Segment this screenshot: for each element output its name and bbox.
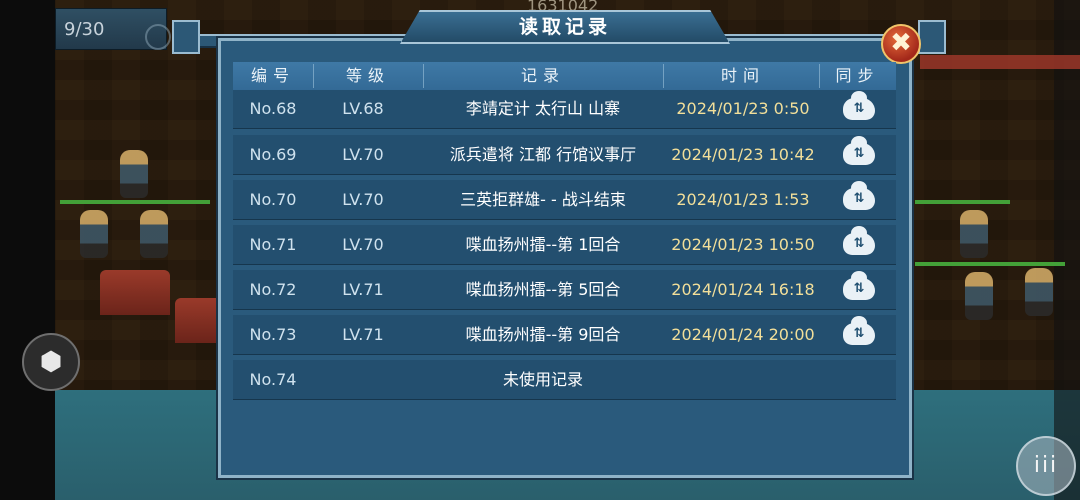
row-sync: ⇅: [823, 90, 896, 129]
grass-strip: [915, 262, 1065, 266]
cloud-upload-icon[interactable]: ⇅: [843, 316, 875, 345]
swirl-icon: [145, 24, 171, 50]
soldier-sprite: [140, 210, 168, 258]
row-no: No.69: [249, 145, 297, 164]
table-row[interactable]: No.68 LV.68 李靖定计 太行山 山寨 2024/01/23 0:50 …: [233, 90, 896, 129]
row-sync: ⇅: [823, 315, 896, 354]
row-no: No.68: [249, 99, 297, 118]
cube-icon[interactable]: ⬢: [22, 333, 80, 391]
building-roof: [100, 270, 170, 315]
header-sync: 同步: [835, 66, 880, 85]
row-no: No.73: [249, 325, 297, 344]
row-record: 三英拒群雄- - 战斗结束: [460, 190, 626, 209]
row-record: 喋血扬州擂--第 1回合: [465, 235, 621, 254]
row-no: No.71: [249, 235, 297, 254]
soldier-sprite: [80, 210, 108, 258]
dialog-wing-right: [918, 20, 946, 54]
table-row[interactable]: No.70 LV.70 三英拒群雄- - 战斗结束 2024/01/23 1:5…: [233, 180, 896, 220]
left-edge: [0, 0, 55, 500]
row-sync: ⇅: [823, 180, 896, 219]
row-time: 2024/01/23 0:50: [676, 99, 810, 118]
row-sync: ⇅: [823, 270, 896, 309]
row-time: 2024/01/23 10:42: [671, 145, 815, 164]
row-level: LV.70: [342, 145, 384, 164]
row-no: No.70: [249, 190, 297, 209]
cloud-upload-icon[interactable]: ⇅: [843, 91, 875, 120]
dialog-title: 读取记录: [518, 16, 611, 38]
row-level: LV.70: [342, 190, 384, 209]
menu-icon[interactable]: iii: [1016, 436, 1076, 496]
row-record: 派兵遣将 江都 行馆议事厅: [449, 145, 637, 164]
row-level: LV.70: [342, 235, 384, 254]
header-no: 编号: [250, 66, 295, 85]
red-wall-strip: [920, 55, 1080, 69]
record-table: 编号 等级 记录 时间 同步 No.68 LV.68 李靖定计 太行山 山寨 2…: [233, 62, 896, 400]
table-row-empty[interactable]: No.74 未使用记录: [233, 360, 896, 400]
table-row[interactable]: No.72 LV.71 喋血扬州擂--第 5回合 2024/01/24 16:1…: [233, 270, 896, 310]
dialog-wing-left: [172, 20, 200, 54]
row-record: 李靖定计 太行山 山寨: [465, 99, 621, 118]
cloud-upload-icon[interactable]: ⇅: [843, 271, 875, 300]
header-record: 记录: [520, 66, 565, 85]
cloud-upload-icon[interactable]: ⇅: [843, 226, 875, 255]
row-level: LV.71: [342, 280, 384, 299]
row-time: 2024/01/24 20:00: [671, 325, 815, 344]
grass-strip: [915, 200, 1010, 204]
row-no: No.74: [249, 370, 297, 389]
row-sync: ⇅: [823, 135, 896, 174]
cloud-upload-icon[interactable]: ⇅: [843, 181, 875, 210]
row-record: 喋血扬州擂--第 5回合: [465, 280, 621, 299]
close-button[interactable]: ✖: [881, 24, 921, 64]
soldier-sprite: [965, 272, 993, 320]
grass-strip: [60, 200, 210, 204]
row-level: LV.71: [342, 325, 384, 344]
soldier-sprite: [120, 150, 148, 198]
row-time: 2024/01/23 10:50: [671, 235, 815, 254]
table-row[interactable]: No.73 LV.71 喋血扬州擂--第 9回合 2024/01/24 20:0…: [233, 315, 896, 355]
right-edge: [1054, 0, 1080, 500]
row-time: 2024/01/23 1:53: [676, 190, 810, 209]
cloud-upload-icon[interactable]: ⇅: [843, 136, 875, 165]
row-level: LV.68: [342, 99, 384, 118]
soldier-sprite: [1025, 268, 1053, 316]
row-no: No.72: [249, 280, 297, 299]
row-record: 喋血扬州擂--第 9回合: [465, 325, 621, 344]
table-header: 编号 等级 记录 时间 同步: [233, 62, 896, 91]
header-time: 时间: [720, 66, 765, 85]
empty-record-label: 未使用记录: [502, 370, 583, 389]
row-time: 2024/01/24 16:18: [671, 280, 815, 299]
table-row[interactable]: No.69 LV.70 派兵遣将 江都 行馆议事厅 2024/01/23 10:…: [233, 135, 896, 175]
row-sync: ⇅: [823, 225, 896, 264]
soldier-sprite: [960, 210, 988, 258]
header-level: 等级: [345, 66, 390, 85]
table-row[interactable]: No.71 LV.70 喋血扬州擂--第 1回合 2024/01/23 10:5…: [233, 225, 896, 265]
